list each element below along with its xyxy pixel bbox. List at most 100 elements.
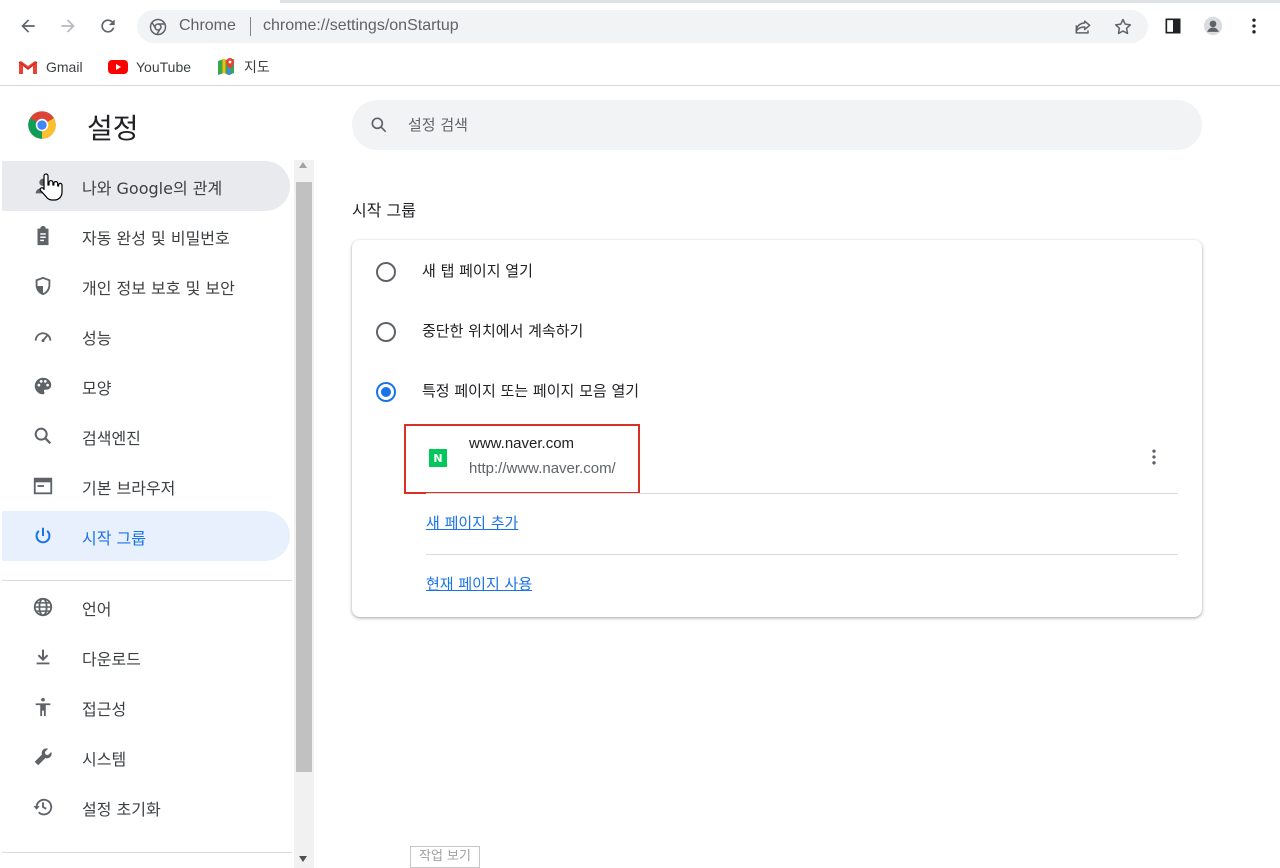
add-new-page-link[interactable]: 새 페이지 추가 xyxy=(426,512,518,533)
sidebar-item-label: 자동 완성 및 비밀번호 xyxy=(82,229,230,248)
bookmarks-bar: Gmail YouTube 지도 xyxy=(0,48,1280,86)
youtube-icon xyxy=(108,60,128,74)
sidebar-item-label: 개인 정보 보호 및 보안 xyxy=(82,279,235,298)
download-icon xyxy=(36,649,50,665)
option-label: 특정 페이지 또는 페이지 모음 열기 xyxy=(422,382,640,400)
search-icon xyxy=(34,427,52,445)
sidebar-item-label: 기본 브라우저 xyxy=(82,479,176,498)
startup-page-entry: N www.naver.com http://www.naver.com/ xyxy=(404,424,640,494)
radio-button[interactable] xyxy=(376,262,396,282)
history-icon xyxy=(33,798,53,816)
startup-page-more-button[interactable] xyxy=(1140,443,1168,471)
settings-sidebar: 나와 Google의 관계 자동 완성 및 비밀번호 개인 정보 보호 및 보안… xyxy=(0,159,294,868)
radio-button[interactable] xyxy=(376,322,396,342)
scroll-up-arrow-icon[interactable] xyxy=(299,162,307,168)
sidebar-item-downloads[interactable]: 다운로드 xyxy=(2,632,290,682)
sidebar-item-label: 다운로드 xyxy=(82,650,141,669)
sidebar-item-default-browser[interactable]: 기본 브라우저 xyxy=(2,461,290,511)
clipboard-icon xyxy=(37,225,49,246)
back-button[interactable] xyxy=(12,10,44,42)
radio-button-checked[interactable] xyxy=(376,382,396,402)
bookmark-youtube[interactable]: YouTube xyxy=(108,56,191,78)
power-icon xyxy=(35,527,51,544)
more-vert-icon xyxy=(1152,449,1156,465)
maps-icon xyxy=(218,58,234,75)
bookmark-label: Gmail xyxy=(46,59,83,75)
chrome-menu-button[interactable] xyxy=(1238,10,1270,42)
gmail-icon xyxy=(18,61,38,74)
option-continue[interactable]: 중단한 위치에서 계속하기 xyxy=(352,302,1202,358)
option-label: 중단한 위치에서 계속하기 xyxy=(422,322,584,340)
section-title: 시작 그룹 xyxy=(352,201,416,220)
sidebar-item-label: 언어 xyxy=(82,600,112,619)
back-arrow-icon xyxy=(21,19,35,33)
page-title: 설정 xyxy=(87,112,139,145)
sidebar-item-appearance[interactable]: 모양 xyxy=(2,361,290,411)
bookmark-star-button[interactable] xyxy=(1111,15,1135,39)
startup-options-card: 새 탭 페이지 열기 중단한 위치에서 계속하기 특정 페이지 또는 페이지 모… xyxy=(352,240,1202,617)
settings-search[interactable] xyxy=(352,100,1202,150)
naver-favicon-icon: N xyxy=(429,449,447,467)
settings-header: 설정 xyxy=(27,110,139,145)
globe-icon xyxy=(33,597,53,617)
sidebar-item-label: 시작 그룹 xyxy=(82,529,146,548)
forward-button[interactable] xyxy=(52,10,84,42)
sidebar-item-autofill[interactable]: 자동 완성 및 비밀번호 xyxy=(2,211,290,261)
sidebar-item-label: 시스템 xyxy=(82,750,127,769)
scroll-thumb[interactable] xyxy=(296,182,312,772)
bookmark-label: YouTube xyxy=(136,59,192,75)
sidebar-scrollbar[interactable] xyxy=(294,160,314,868)
browser-icon xyxy=(33,477,53,495)
site-chip-label: Chrome xyxy=(179,17,236,34)
chrome-logo-icon xyxy=(28,111,56,139)
kebab-menu-icon xyxy=(1252,18,1256,34)
side-panel-icon xyxy=(1165,18,1181,34)
sidebar-item-privacy[interactable]: 개인 정보 보호 및 보안 xyxy=(2,261,290,311)
sidebar-item-label: 검색엔진 xyxy=(82,429,141,448)
sidebar-item-accessibility[interactable]: 접근성 xyxy=(2,682,290,732)
sidebar-divider xyxy=(2,852,292,853)
hand-cursor-icon xyxy=(39,173,63,201)
scroll-down-arrow-icon[interactable] xyxy=(299,856,307,862)
tooltip: 작업 보기 xyxy=(410,846,480,868)
startup-page-url: http://www.naver.com/ xyxy=(469,460,616,477)
search-icon xyxy=(371,117,387,133)
settings-page: 설정 나와 Google의 관계 자동 완성 및 비밀번호 개인 정보 보호 및… xyxy=(0,87,1280,868)
sidebar-item-performance[interactable]: 성능 xyxy=(2,311,290,361)
sidebar-item-system[interactable]: 시스템 xyxy=(2,732,290,782)
sidebar-item-label: 나와 Google의 관계 xyxy=(82,179,223,198)
omnibox-divider xyxy=(250,17,251,36)
use-current-pages-link[interactable]: 현재 페이지 사용 xyxy=(426,573,532,594)
star-icon xyxy=(1114,18,1132,35)
address-bar[interactable]: Chrome chrome://settings/onStartup xyxy=(137,10,1148,43)
sidebar-item-languages[interactable]: 언어 xyxy=(2,582,290,632)
sidebar-item-label: 모양 xyxy=(82,379,112,398)
sidebar-item-you-and-google[interactable]: 나와 Google의 관계 xyxy=(2,161,290,211)
bookmark-maps[interactable]: 지도 xyxy=(216,56,270,78)
sidebar-item-search-engine[interactable]: 검색엔진 xyxy=(2,411,290,461)
side-panel-button[interactable] xyxy=(1157,10,1189,42)
speedometer-icon xyxy=(34,332,52,343)
sidebar-item-reset-settings[interactable]: 설정 초기화 xyxy=(2,782,290,832)
share-icon xyxy=(1075,20,1091,34)
search-input[interactable] xyxy=(408,100,1168,150)
palette-icon xyxy=(34,377,52,395)
option-new-tab[interactable]: 새 탭 페이지 열기 xyxy=(352,242,1202,298)
row-divider xyxy=(426,554,1178,555)
option-label: 새 탭 페이지 열기 xyxy=(422,262,533,280)
profile-button[interactable] xyxy=(1197,10,1229,42)
wrench-icon xyxy=(34,748,52,766)
accessibility-icon xyxy=(35,697,51,717)
option-specific-pages[interactable]: 특정 페이지 또는 페이지 모음 열기 xyxy=(352,362,1202,418)
url-text[interactable]: chrome://settings/onStartup xyxy=(263,17,459,35)
sidebar-item-on-startup[interactable]: 시작 그룹 xyxy=(2,511,290,561)
startup-page-title: www.naver.com xyxy=(469,435,575,452)
share-button[interactable] xyxy=(1071,15,1095,39)
shield-icon xyxy=(35,276,51,296)
chrome-site-icon xyxy=(149,18,167,36)
profile-avatar-icon xyxy=(1203,16,1223,36)
reload-button[interactable] xyxy=(92,10,124,42)
bookmark-label: 지도 xyxy=(244,59,270,75)
browser-toolbar: Chrome chrome://settings/onStartup xyxy=(0,4,1280,48)
bookmark-gmail[interactable]: Gmail xyxy=(18,56,83,78)
